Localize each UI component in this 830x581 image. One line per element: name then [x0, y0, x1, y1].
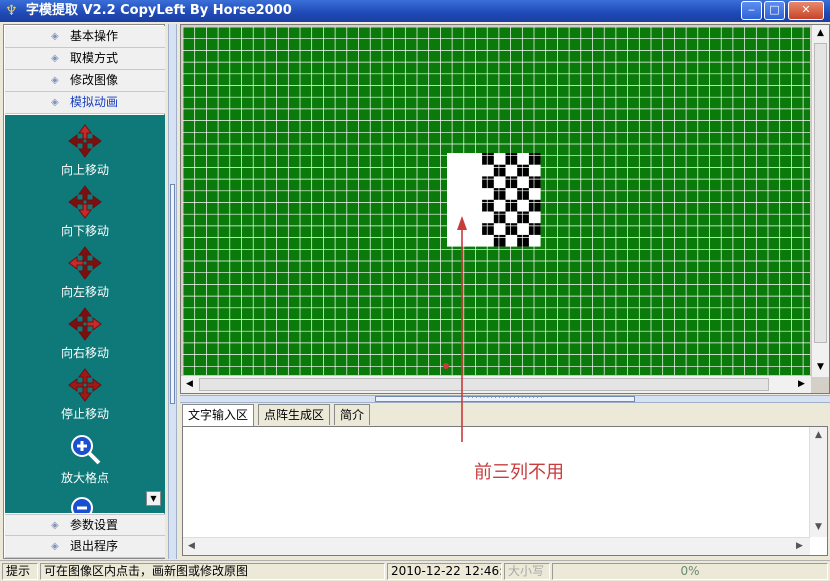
nav-section-basic[interactable]: ◈ 基本操作: [5, 26, 165, 48]
horizontal-splitter[interactable]: · · · · · · · · · · · · · · · · · · · ·: [180, 395, 830, 403]
nav-scroll-down-button[interactable]: ▼: [146, 491, 161, 506]
scroll-up-arrow[interactable]: ▲: [812, 25, 829, 42]
black-pixel: [482, 153, 494, 165]
black-pixel: [505, 153, 518, 165]
scroll-left-arrow[interactable]: ◀: [183, 538, 200, 555]
diamond-icon: ◈: [51, 75, 59, 86]
black-pixel: [517, 211, 529, 224]
black-pixel: [517, 188, 529, 200]
scroll-right-arrow[interactable]: ▶: [791, 538, 808, 555]
animation-panel: 向上移动 向下移动 向左移动 向右移动 停止移动 放大格点 ▼: [5, 115, 165, 513]
diamond-icon: ◈: [51, 53, 59, 64]
grid-horizontal-scrollbar[interactable]: ◀ ▶: [181, 375, 811, 393]
stop-move-button[interactable]: 停止移动: [5, 367, 165, 422]
black-pixel: [505, 199, 518, 212]
splitter-grip[interactable]: [170, 184, 175, 404]
tab-text-input[interactable]: 文字输入区: [182, 404, 255, 426]
nav-section-mode[interactable]: ◈ 取模方式: [5, 48, 165, 70]
move-right-icon: [68, 307, 102, 341]
image-area: ▲ ▼ ◀ ▶: [180, 24, 830, 394]
nav-section-edit-image[interactable]: ◈ 修改图像: [5, 70, 165, 92]
move-left-icon: [68, 246, 102, 280]
scroll-down-arrow[interactable]: ▼: [812, 359, 829, 376]
black-pixel: [493, 164, 506, 177]
pixel-grid[interactable]: [183, 27, 810, 375]
minimize-button[interactable]: ‒: [741, 1, 762, 20]
move-up-button[interactable]: 向上移动: [5, 123, 165, 178]
scroll-right-arrow[interactable]: ▶: [793, 376, 810, 393]
zoom-out-icon: [71, 497, 93, 513]
nav-section-exit[interactable]: ◈ 退出程序: [5, 536, 165, 558]
nav-section-settings[interactable]: ◈ 参数设置: [5, 514, 165, 536]
zoom-in-icon: [71, 435, 101, 465]
status-bar: 提示 可在图像区内点击，画新图或修改原图 2010-12-22 12:46:07…: [0, 560, 830, 581]
black-pixel: [505, 176, 518, 189]
stop-move-icon: [68, 368, 102, 402]
diamond-icon: ◈: [51, 520, 59, 531]
black-pixel: [493, 234, 506, 247]
zoom-out-button[interactable]: [5, 493, 165, 513]
grid-vertical-scrollbar[interactable]: ▲ ▼: [811, 25, 829, 377]
status-hint-label: 提示: [2, 563, 38, 580]
move-right-button[interactable]: 向右移动: [5, 306, 165, 361]
tab-matrix-output[interactable]: 点阵生成区: [258, 404, 331, 425]
text-vertical-scrollbar[interactable]: ▲ ▼: [809, 427, 827, 537]
title-bar[interactable]: ♆ 字模提取 V2.2 CopyLeft By Horse2000 ‒ □ ✕: [0, 0, 830, 22]
black-pixel: [528, 153, 541, 165]
annotation-arrow: [443, 216, 467, 442]
tab-about[interactable]: 简介: [334, 404, 371, 425]
zoom-in-button[interactable]: 放大格点: [5, 431, 165, 486]
vertical-splitter[interactable]: [168, 24, 177, 559]
annotation-text: 前三列不用: [474, 462, 564, 483]
black-pixel: [505, 223, 518, 235]
black-pixel: [493, 211, 506, 224]
text-horizontal-scrollbar[interactable]: ◀ ▶: [183, 537, 810, 555]
black-pixel: [493, 188, 506, 200]
app-window: ♆ 字模提取 V2.2 CopyLeft By Horse2000 ‒ □ ✕ …: [0, 0, 830, 581]
scroll-down-arrow[interactable]: ▼: [810, 519, 827, 536]
scroll-up-arrow[interactable]: ▲: [810, 427, 827, 444]
status-hint-text: 可在图像区内点击，画新图或修改原图: [40, 563, 385, 580]
status-datetime: 2010-12-22 12:46:07: [387, 563, 502, 580]
diamond-icon: ◈: [51, 31, 59, 42]
tab-strip: 文字输入区 点阵生成区 简介: [182, 404, 822, 426]
text-input-area[interactable]: ▲ ▼ ◀ ▶: [182, 426, 828, 556]
status-progress: 0%: [552, 563, 828, 580]
move-down-button[interactable]: 向下移动: [5, 184, 165, 239]
nav-section-animation[interactable]: ◈ 模拟动画: [5, 92, 165, 114]
black-pixel: [482, 223, 494, 235]
app-icon: ♆: [5, 3, 18, 19]
diamond-icon: ◈: [51, 97, 59, 108]
black-pixel: [482, 199, 494, 212]
move-left-button[interactable]: 向左移动: [5, 245, 165, 300]
status-caps: 大小写: [504, 563, 550, 580]
scroll-thumb[interactable]: [814, 43, 827, 343]
black-pixel: [517, 164, 529, 177]
black-pixel: [482, 176, 494, 189]
scroll-thumb[interactable]: [199, 378, 769, 391]
close-button[interactable]: ✕: [788, 1, 824, 20]
maximize-button[interactable]: □: [764, 1, 785, 20]
black-pixel: [528, 176, 541, 189]
move-up-icon: [68, 124, 102, 158]
diamond-icon: ◈: [51, 541, 59, 552]
splitter-grip[interactable]: · · · · · · · · · · · · · · · · · · · ·: [375, 396, 635, 402]
black-pixel: [528, 199, 541, 212]
left-nav-panel: ◈ 基本操作 ◈ 取模方式 ◈ 修改图像 ◈ 模拟动画 向上移动 向下移动 向左移动 向…: [3, 24, 165, 559]
scroll-left-arrow[interactable]: ◀: [181, 376, 198, 393]
window-title: 字模提取 V2.2 CopyLeft By Horse2000: [26, 3, 292, 18]
black-pixel: [528, 223, 541, 235]
move-down-icon: [68, 185, 102, 219]
black-pixel: [517, 234, 529, 247]
